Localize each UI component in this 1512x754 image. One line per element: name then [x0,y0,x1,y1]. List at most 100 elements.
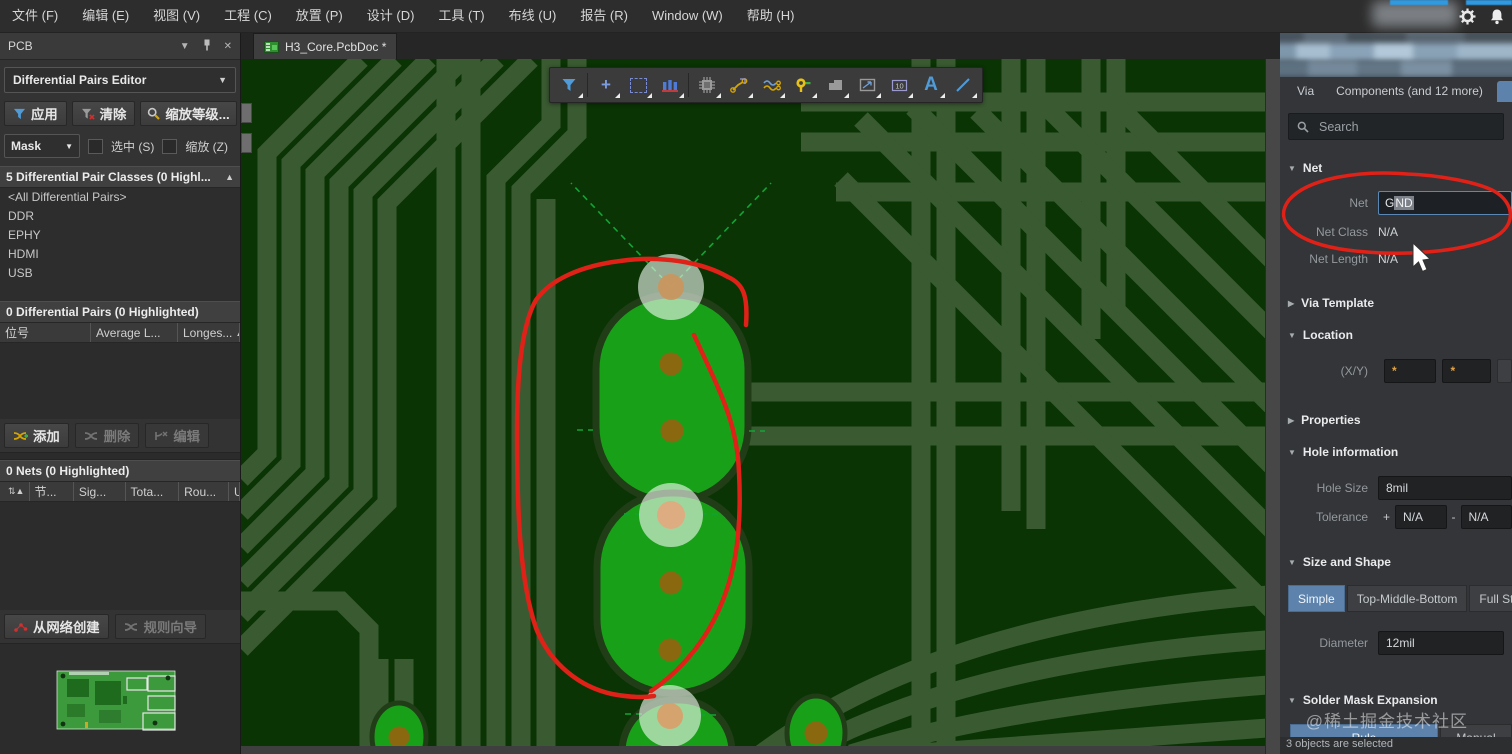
section-hole-information[interactable]: ▼ Hole information [1288,445,1504,459]
net-input[interactable]: G ND [1378,191,1512,215]
expanded-triangle-icon: ▼ [1288,330,1296,340]
column-header[interactable]: Average L... [91,323,178,342]
editor-mode-select[interactable]: Differential Pairs Editor ▼ [4,67,236,93]
menu-reports[interactable]: 报告 (R) [568,0,640,32]
menu-help[interactable]: 帮助 (H) [735,0,807,32]
column-header[interactable]: Longes...▲ [178,323,240,342]
properties-tabs: Via Components (and 12 more) [1280,79,1512,103]
select-area-tool[interactable] [622,70,654,100]
column-header[interactable]: Sig... [74,482,126,501]
tab-via[interactable]: Via [1286,84,1325,98]
mask-mode-select[interactable]: Mask ▼ [4,134,80,158]
room-tool[interactable] [851,70,883,100]
mode-top-middle-bottom-button[interactable]: Top-Middle-Bottom [1346,585,1468,612]
dimension-tool[interactable]: 10 [883,70,915,100]
column-header[interactable]: Unr... [229,482,240,501]
tolerance-minus-input[interactable]: N/A [1460,505,1512,529]
diff-pair-route-tool[interactable] [755,70,787,100]
filter-tool[interactable] [553,70,585,100]
move-crosshair-tool[interactable]: + [590,70,622,100]
board-preview[interactable] [0,643,240,754]
panel-close-icon[interactable]: ✕ [224,41,232,52]
interactive-route-tool[interactable] [723,70,755,100]
class-list-item[interactable]: USB [0,264,240,283]
panel-pin-icon[interactable] [202,39,212,54]
menu-design[interactable]: 设计 (D) [355,0,427,32]
menu-window[interactable]: Window (W) [640,0,735,32]
panel-splitter-handle[interactable] [241,133,252,153]
apply-filter-button[interactable]: 应用 [4,101,67,126]
y-input[interactable]: * [1442,359,1491,383]
net-class-label: Net Class [1315,225,1368,239]
tab-components[interactable]: Components (and 12 more) [1325,84,1494,98]
zoom-level-button[interactable]: 缩放等级... [140,101,237,126]
gear-icon [1459,8,1475,24]
document-tab[interactable]: H3_Core.PcbDoc * [253,33,398,59]
section-net[interactable]: ▼ Net [1288,161,1504,175]
edit-pair-button[interactable]: 编辑 [145,423,209,448]
diameter-input[interactable]: 12mil [1378,631,1504,655]
search-input[interactable] [1317,118,1495,135]
collapse-arrow-icon[interactable]: ▲ [225,172,234,182]
tolerance-plus-input[interactable]: N/A [1395,505,1447,529]
menu-route[interactable]: 布线 (U) [497,0,569,32]
delete-pair-button[interactable]: 删除 [74,423,140,448]
column-header[interactable]: Tota... [126,482,180,501]
nets-section-header[interactable]: 0 Nets (0 Highlighted) [0,460,240,482]
create-from-net-button[interactable]: 从网络创建 [4,614,109,639]
expanded-triangle-icon: ▼ [1288,695,1296,705]
rule-wizard-button[interactable]: 规则向导 [114,614,206,639]
search-box[interactable] [1288,113,1504,140]
polygon-pour-tool[interactable] [819,70,851,100]
vertical-scrollbar[interactable] [1265,59,1280,754]
column-header[interactable]: Rou... [179,482,229,501]
lock-icon[interactable] [1497,359,1512,383]
via-icon [796,78,811,92]
place-via-tool[interactable] [787,70,819,100]
toolbar-separator [688,73,689,97]
pcb-canvas[interactable]: + 10 A [241,59,1280,754]
class-list-item[interactable]: DDR [0,207,240,226]
section-size-and-shape[interactable]: ▼ Size and Shape [1288,555,1504,569]
menu-place[interactable]: 放置 (P) [284,0,355,32]
panel-splitter-handle[interactable] [241,103,252,123]
tab-fragment[interactable] [1497,81,1512,102]
class-list-item[interactable]: EPHY [0,226,240,245]
filter-icon [13,108,26,119]
menu-edit[interactable]: 编辑 (E) [70,0,141,32]
hole-size-input[interactable]: 8mil [1378,476,1512,500]
pairs-section-header[interactable]: 0 Differential Pairs (0 Highlighted) [0,301,240,323]
column-header[interactable]: 节... [30,482,74,501]
class-list-item[interactable]: <All Differential Pairs> [0,188,240,207]
section-location[interactable]: ▼ Location [1288,328,1504,342]
chevron-down-icon: ▼ [65,141,73,151]
add-pair-button[interactable]: 添加 [4,423,69,448]
select-checkbox[interactable] [88,138,103,154]
x-input[interactable]: * [1384,359,1437,383]
zoom-checkbox[interactable] [162,138,178,154]
panel-dropdown-arrow-icon[interactable]: ▼ [180,41,190,52]
menu-tools[interactable]: 工具 (T) [426,0,496,32]
pad-tool[interactable] [654,70,686,100]
column-header[interactable]: 位号 [0,323,91,342]
place-line-tool[interactable] [947,70,979,100]
section-properties[interactable]: ▶ Properties [1288,413,1504,427]
place-text-tool[interactable]: A [915,70,947,100]
mode-simple-button[interactable]: Simple [1288,585,1345,612]
section-via-template[interactable]: ▶ Via Template [1288,296,1504,310]
pcb-panel-header: PCB ▼ ✕ [0,33,240,60]
menu-view[interactable]: 视图 (V) [141,0,212,32]
clear-filter-button[interactable]: 清除 [71,101,136,126]
notifications-bell-icon[interactable] [1482,8,1512,25]
settings-gear-icon[interactable] [1452,8,1482,25]
section-solder-mask-expansion[interactable]: ▼ Solder Mask Expansion [1288,693,1504,707]
place-component-tool[interactable] [691,70,723,100]
sort-indicator[interactable]: ⇅▲ [0,482,30,501]
route-icon [730,78,748,93]
class-list-item[interactable]: HDMI [0,245,240,264]
classes-section-header[interactable]: 5 Differential Pair Classes (0 Highl... … [0,166,240,188]
mode-full-stack-button[interactable]: Full Sta [1469,585,1512,612]
menu-project[interactable]: 工程 (C) [212,0,284,32]
menu-file[interactable]: 文件 (F) [0,0,70,32]
net-value-selected: ND [1394,196,1414,210]
